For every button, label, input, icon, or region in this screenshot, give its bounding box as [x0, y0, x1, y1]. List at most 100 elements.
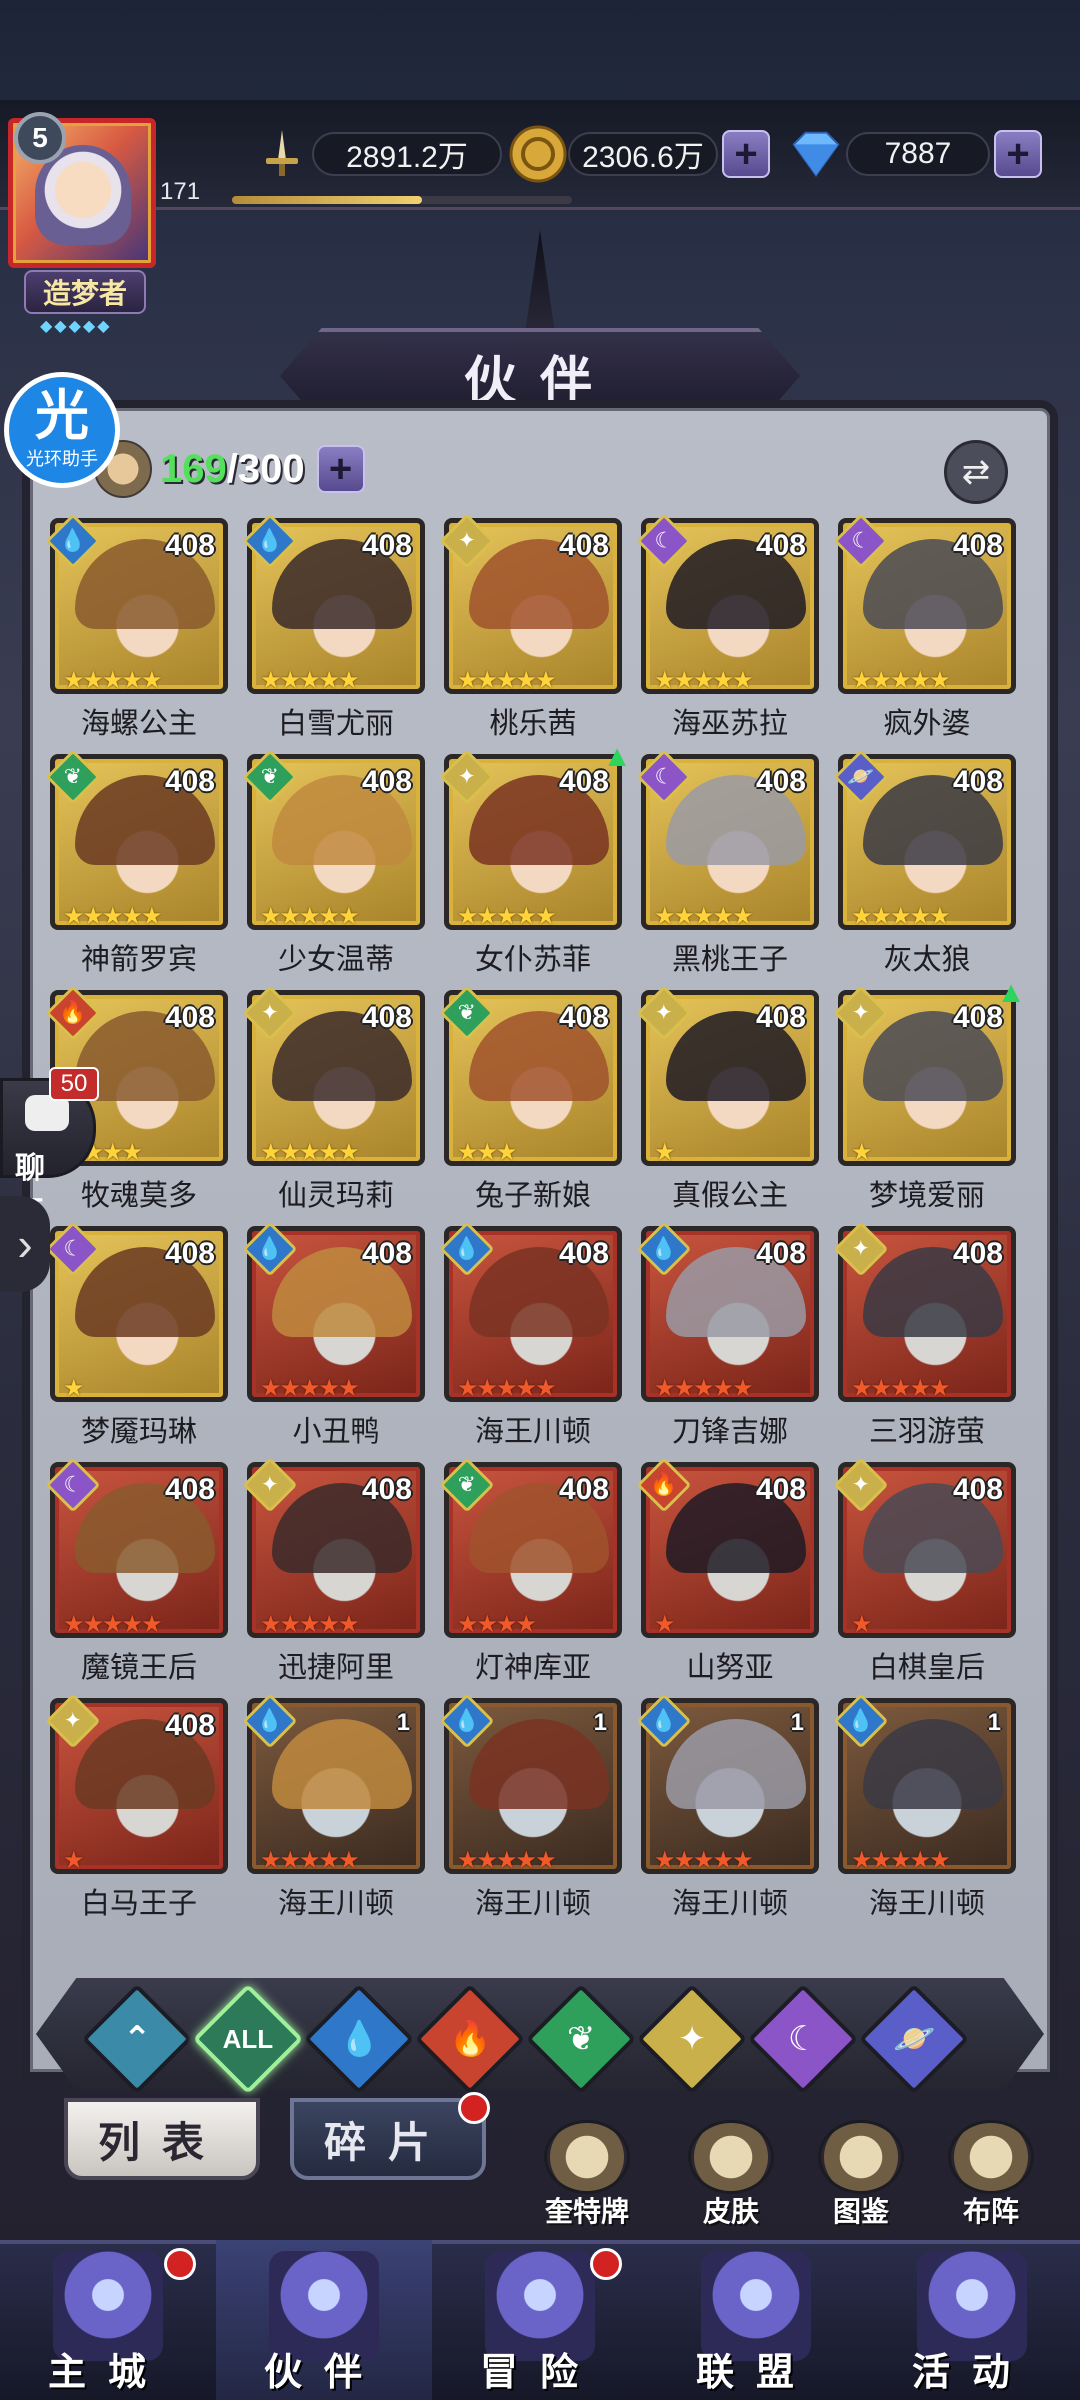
hero-card[interactable]: 408 ★ ☾ 梦魇玛琳	[45, 1221, 228, 1448]
hero-stars: ★	[654, 1611, 675, 1638]
hero-level: 408	[164, 765, 215, 798]
hero-stars: ★★★★★	[260, 1139, 360, 1166]
hero-card[interactable]: 408 ★★★★★ ✦ 三羽游萤	[833, 1221, 1016, 1448]
hero-stars: ★★★★	[457, 1611, 537, 1638]
hero-stars: ★★★★★	[260, 1847, 360, 1874]
hero-card[interactable]: 408 ★ ✦ 白马王子	[45, 1693, 228, 1920]
shortcut-codex[interactable]: 图鉴	[806, 2120, 916, 2230]
side-expand-arrow[interactable]: ›	[0, 1196, 50, 1292]
hero-level: 408	[558, 1237, 609, 1270]
hero-card[interactable]: 1 ★★★★★ 💧 海王川顿	[242, 1693, 425, 1920]
hero-card[interactable]: 408 ★ ✦ 白棋皇后	[833, 1457, 1016, 1684]
sword-icon	[252, 124, 312, 184]
hero-card[interactable]: 408 ★★★ ❦ 兔子新娘	[439, 985, 622, 1212]
hero-level: 408	[755, 1237, 806, 1270]
hero-level: 408	[164, 1473, 215, 1506]
cards-icon	[544, 2120, 630, 2194]
hero-name: 桃乐茜	[489, 708, 577, 740]
hero-card[interactable]: 408 ★★★★★ ✦ 迅捷阿里	[242, 1457, 425, 1684]
sort-swap-button[interactable]: ⇄	[944, 440, 1008, 504]
add-gems-button[interactable]: +	[994, 130, 1042, 178]
assistant-label: 光环助手	[26, 449, 98, 469]
nav-events-label: 活动	[911, 2352, 1032, 2394]
hero-card[interactable]: 408 ★★★★★ ☾ 海巫苏拉	[636, 513, 819, 740]
hero-level: 408	[361, 1001, 412, 1034]
hero-name: 疯外婆	[883, 708, 971, 740]
hero-card[interactable]: 408 ★ ✦ ▲ 梦境爱丽	[833, 976, 1026, 1212]
fragments-notification-dot	[458, 2092, 490, 2124]
hero-name: 海螺公主	[80, 708, 197, 740]
hero-card[interactable]: 408 ★★★★★ 💧 刀锋吉娜	[636, 1221, 819, 1448]
shortcut-formation[interactable]: 布阵	[936, 2120, 1046, 2230]
gold-resource: 2306.6万 +	[508, 125, 770, 183]
tab-list[interactable]: 列表	[64, 2098, 260, 2180]
nav-alliance[interactable]: 联盟	[648, 2240, 864, 2400]
hero-name: 兔子新娘	[474, 1180, 591, 1212]
hero-stars: ★★★★★	[654, 903, 754, 930]
nav-main-city-label: 主城	[47, 2352, 168, 2394]
hero-name: 刀锋吉娜	[671, 1416, 788, 1448]
hero-card[interactable]: 408 ★★★★★ ☾ 疯外婆	[833, 513, 1016, 740]
banner-ornament	[524, 230, 556, 340]
hero-art	[272, 1719, 412, 1809]
nav-events[interactable]: 活动	[864, 2240, 1080, 2400]
hero-card[interactable]: 408 ★★★★★ 💧 海螺公主	[45, 513, 228, 740]
chat-widget[interactable]: 50 聊天	[0, 1067, 99, 1229]
hero-card[interactable]: 408 ★★★★★ ✦ 桃乐茜	[439, 513, 622, 740]
hero-level: 408	[164, 1237, 215, 1270]
expand-capacity-button[interactable]: +	[316, 445, 365, 493]
hero-stars: ★★★★★	[63, 667, 163, 694]
hero-stars: ★★★★★	[260, 1611, 360, 1638]
hero-name: 迅捷阿里	[277, 1652, 394, 1684]
hero-name: 仙灵玛莉	[277, 1180, 394, 1212]
hero-stars: ★★★★★	[260, 903, 360, 930]
shortcut-cards[interactable]: 奎特牌	[532, 2120, 642, 2230]
assistant-float-button[interactable]: 光 光环助手	[4, 372, 120, 488]
hero-name: 神箭罗宾	[80, 944, 197, 976]
nav-adventure-label: 冒险	[479, 2352, 600, 2394]
hero-art	[469, 1719, 609, 1809]
hero-stars: ★★★★★	[457, 1847, 557, 1874]
title-stars: ◆◆◆◆◆	[40, 318, 112, 335]
tab-fragments[interactable]: 碎片	[290, 2098, 486, 2180]
power-resource: 2891.2万	[252, 128, 502, 180]
gem-resource: 7887 +	[786, 128, 1042, 180]
hero-card[interactable]: 408 ★★★★★ 💧 白雪尤丽	[242, 513, 425, 740]
hero-card[interactable]: 408 ★★★★★ ☾ 魔镜王后	[45, 1457, 228, 1684]
hero-name: 海王川顿	[671, 1888, 788, 1920]
nav-partners[interactable]: 伙伴	[216, 2240, 432, 2400]
hero-card[interactable]: 408 ★★★★★ 💧 小丑鸭	[242, 1221, 425, 1448]
shortcut-formation-label: 布阵	[962, 2196, 1019, 2227]
hero-level: 408	[361, 1237, 412, 1270]
hero-card[interactable]: 1 ★★★★★ 💧 海王川顿	[636, 1693, 819, 1920]
hero-card[interactable]: 408 ★ ✦ 真假公主	[636, 985, 819, 1212]
hero-stars: ★	[851, 1139, 872, 1166]
hero-card[interactable]: 408 ★★★★★ ✦ 仙灵玛莉	[242, 985, 425, 1212]
hero-name: 梦境爱丽	[868, 1180, 985, 1212]
hero-name: 真假公主	[671, 1180, 788, 1212]
hero-card[interactable]: 408 ★★★★★ ❦ 少女温蒂	[242, 749, 425, 976]
hero-name: 海王川顿	[474, 1888, 591, 1920]
hero-card[interactable]: 408 ★★★★★ ✦ ▲ 女仆苏菲	[439, 740, 632, 976]
hero-card[interactable]: 1 ★★★★★ 💧 海王川顿	[439, 1693, 622, 1920]
add-gold-button[interactable]: +	[722, 130, 770, 178]
hero-level: 408	[755, 529, 806, 562]
hero-card[interactable]: 408 ★★★★★ ❦ 神箭罗宾	[45, 749, 228, 976]
nav-partners-label: 伙伴	[263, 2352, 384, 2394]
player-title-plaque[interactable]: 造梦者	[24, 270, 146, 314]
hero-card[interactable]: 408 ★★★★ ❦ 灯神库亚	[439, 1457, 622, 1684]
hero-card[interactable]: 408 ★ 🔥 山努亚	[636, 1457, 819, 1684]
hero-card[interactable]: 1 ★★★★★ 💧 海王川顿	[833, 1693, 1016, 1920]
hero-level: 408	[755, 765, 806, 798]
shortcut-skins[interactable]: 皮肤	[676, 2120, 786, 2230]
hero-stars: ★★★★★	[654, 1847, 754, 1874]
hero-card[interactable]: 408 ★★★★★ 💧 海王川顿	[439, 1221, 622, 1448]
upgrade-arrow-icon: ▲	[996, 976, 1026, 1009]
hero-stars: ★★★★★	[63, 1611, 163, 1638]
chat-unread-badge: 50	[49, 1067, 99, 1101]
adventure-notification-dot	[590, 2248, 622, 2280]
hero-card[interactable]: 408 ★★★★★ ☾ 黑桃王子	[636, 749, 819, 976]
hero-card[interactable]: 408 ★★★★★ 🪐 灰太狼	[833, 749, 1016, 976]
upgrade-arrow-icon: ▲	[602, 740, 632, 773]
assistant-glyph: 光	[35, 386, 89, 446]
